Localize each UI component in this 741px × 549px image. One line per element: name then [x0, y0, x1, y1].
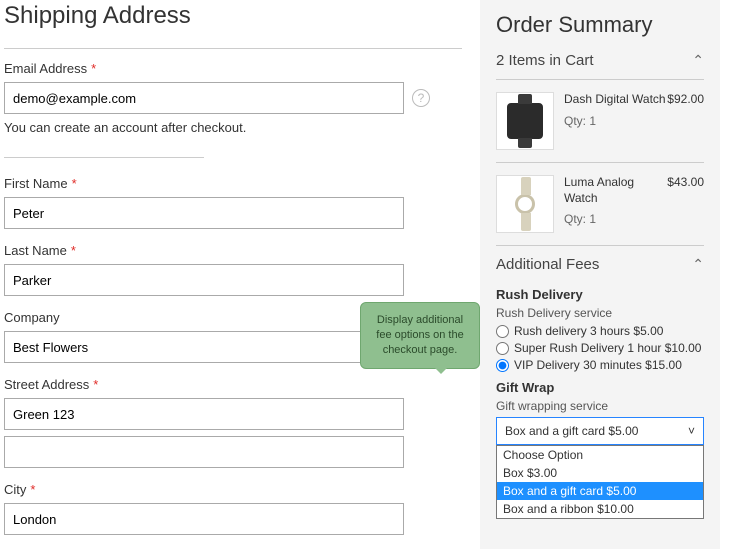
cart-item: Luma Analog Watch Qty: 1 $43.00	[496, 163, 704, 246]
gift-title: Gift Wrap	[496, 380, 704, 395]
email-field[interactable]	[4, 82, 404, 114]
first-name-label: First Name*	[4, 176, 462, 191]
cart-count-label: 2 Items in Cart	[496, 52, 594, 69]
chevron-up-icon: ⌃	[692, 52, 704, 69]
summary-title: Order Summary	[496, 12, 704, 38]
rush-radio[interactable]	[496, 325, 509, 338]
rush-radio[interactable]	[496, 359, 509, 372]
street-label: Street Address*	[4, 377, 462, 392]
account-note: You can create an account after checkout…	[4, 120, 462, 135]
item-qty: Qty: 1	[564, 212, 667, 226]
gift-select-value: Box and a gift card $5.00	[505, 424, 638, 438]
item-price: $43.00	[667, 175, 704, 233]
rush-option-label: Super Rush Delivery 1 hour $10.00	[514, 341, 701, 355]
rush-option[interactable]: VIP Delivery 30 minutes $15.00	[496, 358, 704, 372]
item-price: $92.00	[667, 92, 704, 150]
gift-select[interactable]: Box and a gift card $5.00 ˅	[496, 417, 704, 445]
additional-fees-head[interactable]: Additional Fees ⌃	[496, 246, 704, 279]
gift-subtitle: Gift wrapping service	[496, 399, 704, 413]
gift-option[interactable]: Box and a gift card $5.00	[497, 482, 703, 500]
rush-option-label: VIP Delivery 30 minutes $15.00	[514, 358, 682, 372]
chevron-up-icon: ⌃	[692, 256, 704, 273]
gift-dropdown[interactable]: Choose Option Box $3.00 Box and a gift c…	[496, 445, 704, 519]
gift-option[interactable]: Box and a ribbon $10.00	[497, 500, 703, 518]
item-name: Dash Digital Watch	[564, 92, 667, 108]
street2-field[interactable]	[4, 436, 404, 468]
last-name-field[interactable]	[4, 264, 404, 296]
rush-delivery-section: Rush Delivery Rush Delivery service Rush…	[496, 287, 704, 372]
rush-radio[interactable]	[496, 342, 509, 355]
cart-accordion-head[interactable]: 2 Items in Cart ⌃	[496, 52, 704, 80]
additional-fees-label: Additional Fees	[496, 256, 599, 273]
help-icon[interactable]: ?	[412, 89, 430, 107]
rush-option[interactable]: Super Rush Delivery 1 hour $10.00	[496, 341, 704, 355]
rush-option[interactable]: Rush delivery 3 hours $5.00	[496, 324, 704, 338]
rush-option-label: Rush delivery 3 hours $5.00	[514, 324, 663, 338]
city-field[interactable]	[4, 503, 404, 535]
product-thumb	[496, 175, 554, 233]
gift-wrap-section: Gift Wrap Gift wrapping service Box and …	[496, 380, 704, 445]
chevron-down-icon: ˅	[688, 424, 695, 438]
cart-item: Dash Digital Watch Qty: 1 $92.00	[496, 80, 704, 163]
page-title: Shipping Address	[4, 2, 462, 30]
divider	[4, 157, 204, 158]
street1-field[interactable]	[4, 398, 404, 430]
gift-option[interactable]: Choose Option	[497, 446, 703, 464]
product-thumb	[496, 92, 554, 150]
info-callout: Display additional fee options on the ch…	[360, 302, 480, 369]
gift-option[interactable]: Box $3.00	[497, 464, 703, 482]
rush-subtitle: Rush Delivery service	[496, 306, 704, 320]
rush-title: Rush Delivery	[496, 287, 704, 302]
first-name-field[interactable]	[4, 197, 404, 229]
divider	[4, 48, 462, 49]
item-name: Luma Analog Watch	[564, 175, 667, 206]
company-field[interactable]	[4, 331, 404, 363]
last-name-label: Last Name*	[4, 243, 462, 258]
item-qty: Qty: 1	[564, 114, 667, 128]
email-label: Email Address*	[4, 61, 462, 76]
city-label: City*	[4, 482, 462, 497]
